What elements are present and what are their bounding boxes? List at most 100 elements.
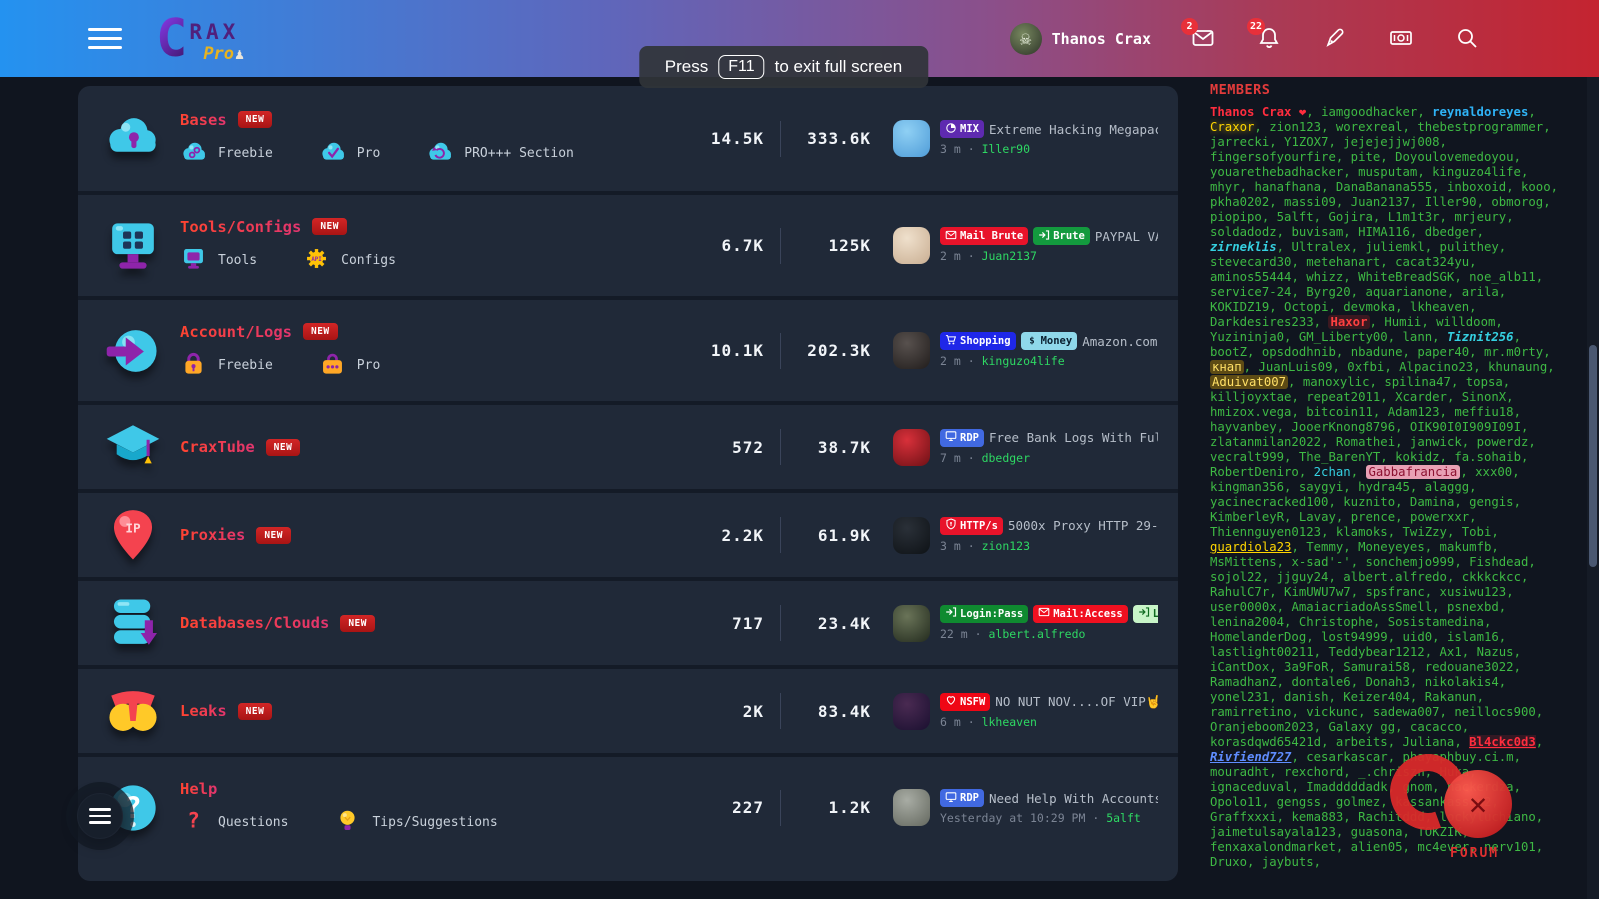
thread-prefix-badge[interactable]: NSFW (940, 692, 991, 711)
member-link[interactable]: rexchord (1284, 765, 1343, 779)
latest-poster-avatar[interactable] (893, 428, 930, 466)
member-link[interactable]: willdoom (1436, 315, 1495, 329)
thread-prefix-badge[interactable]: RDP (940, 789, 984, 807)
member-link[interactable]: juliemkl (1366, 240, 1425, 254)
thread-prefix-badge[interactable]: Shopping (940, 332, 1016, 350)
member-link[interactable]: manoxylic (1303, 375, 1370, 389)
member-link[interactable]: Keizer404 (1343, 690, 1410, 704)
latest-poster-name[interactable]: 5alft (1106, 811, 1141, 825)
member-link[interactable]: spilina47 (1384, 375, 1451, 389)
leak-icon[interactable] (86, 684, 180, 738)
mail-icon[interactable]: 2 (1181, 17, 1217, 52)
latest-thread-title[interactable]: 5000x Proxy HTTP 29-11 (1008, 518, 1158, 533)
member-link[interactable]: massi09 (1284, 195, 1336, 209)
thread-prefix-badge[interactable]: Login:Pass (940, 604, 1029, 623)
member-link[interactable]: meffiu18 (1454, 405, 1513, 419)
member-link[interactable]: Opolo11 (1210, 795, 1262, 809)
latest-poster-name[interactable]: lkheaven (982, 715, 1037, 729)
member-link[interactable]: hackerdza (1447, 780, 1514, 794)
thread-prefix-badge[interactable]: Logs (1132, 604, 1158, 623)
member-link[interactable]: devmoka (1343, 300, 1395, 314)
forum-title[interactable]: Bases (180, 111, 227, 129)
member-link[interactable]: musputam (1358, 165, 1417, 179)
user-menu[interactable]: ☠ Thanos Crax (1009, 22, 1151, 55)
thread-prefix-badge[interactable]: Brute (1033, 227, 1090, 245)
member-link[interactable]: jejejejjwj008 (1343, 135, 1439, 149)
alerts-bell-icon[interactable]: 22 (1247, 17, 1283, 52)
latest-poster-name[interactable]: albert.alfredo (988, 627, 1085, 641)
member-link[interactable]: fa.sohaib (1454, 450, 1521, 464)
member-link[interactable]: x-sad'-' (1291, 555, 1350, 569)
member-link[interactable]: Graffxxxi (1210, 810, 1277, 824)
member-link[interactable]: KOKIDZ19 (1210, 300, 1269, 314)
member-link[interactable]: Huka (1440, 765, 1470, 779)
member-link[interactable]: mhyr (1210, 180, 1240, 194)
member-link[interactable]: jaybuts (1262, 855, 1314, 869)
member-link[interactable]: 0xfbi (1347, 360, 1384, 374)
latest-poster-avatar[interactable] (893, 332, 930, 369)
member-link[interactable]: topsa (1466, 375, 1503, 389)
hamburger-menu-icon[interactable] (88, 22, 122, 55)
member-link[interactable]: kokidz (1395, 450, 1439, 464)
member-link[interactable]: Nazus (1477, 645, 1514, 659)
member-link[interactable]: AmaiacriadoAssSmell (1291, 600, 1432, 614)
member-link[interactable]: youarethebadhacker (1210, 165, 1343, 179)
member-link[interactable]: guardiola23 (1210, 540, 1291, 554)
member-link[interactable]: lenina2004 (1210, 615, 1284, 629)
member-link[interactable]: hayvanbey (1210, 420, 1277, 434)
forum-title[interactable]: Databases/Clouds (180, 614, 329, 632)
member-link[interactable]: whizz (1306, 270, 1343, 284)
member-link[interactable]: alien05 (1351, 840, 1403, 854)
member-link[interactable]: mr.m0rty (1484, 345, 1543, 359)
member-link[interactable]: Oranjeboom2023 (1210, 720, 1314, 734)
latest-thread-title[interactable]: PAYPAL VALID... (1095, 229, 1158, 244)
thread-prefix-badge[interactable]: MIX (940, 120, 984, 138)
latest-thread-title[interactable]: Amazon.com... (1082, 334, 1158, 349)
member-link[interactable]: soldadodz (1210, 225, 1277, 239)
member-link[interactable]: lkheaven (1410, 300, 1469, 314)
member-link[interactable]: kingman356 (1210, 480, 1284, 494)
member-link[interactable]: powerxxr (1410, 510, 1469, 524)
member-link[interactable]: fingersofyourfire (1210, 150, 1336, 164)
member-link[interactable]: albert.alfredo (1343, 570, 1447, 584)
member-link[interactable]: nikolakis4 (1425, 675, 1499, 689)
member-link[interactable]: piopipo (1210, 210, 1262, 224)
member-link[interactable]: bitcoin11 (1306, 405, 1373, 419)
page-scrollbar-track[interactable] (1587, 77, 1599, 899)
member-link[interactable]: Romathei (1336, 435, 1395, 449)
member-link[interactable]: Y1ZOX7 (1284, 135, 1328, 149)
member-link[interactable]: nerv101 (1484, 840, 1536, 854)
member-link[interactable]: lastlight00211 (1210, 645, 1314, 659)
member-link[interactable]: alaggg (1425, 480, 1469, 494)
member-link[interactable]: mouradht (1210, 765, 1269, 779)
member-link[interactable]: zlatanmilan2022 (1210, 435, 1321, 449)
latest-poster-avatar[interactable] (893, 120, 930, 157)
member-link[interactable]: Aduivat007 (1210, 375, 1289, 389)
member-link[interactable]: Adam123 (1388, 405, 1440, 419)
member-link[interactable]: kema883 (1291, 810, 1343, 824)
member-link[interactable]: gengss (1277, 795, 1321, 809)
member-link[interactable]: vecralt999 (1210, 450, 1284, 464)
forum-title[interactable]: Proxies (180, 526, 245, 544)
member-link[interactable]: MsMittens (1210, 555, 1277, 569)
member-link[interactable]: mc4ever (1417, 840, 1469, 854)
member-link[interactable]: Thiennguyen0123 (1210, 525, 1321, 539)
latest-poster-avatar[interactable] (893, 227, 930, 264)
latest-poster-name[interactable]: Iller90 (982, 142, 1030, 156)
subforum-link[interactable]: Freebie (180, 140, 273, 167)
member-link[interactable]: GM_Liberty00 (1299, 330, 1388, 344)
latest-poster-name[interactable]: dbedger (982, 451, 1030, 465)
member-link[interactable]: Thanos Crax ❤ (1210, 105, 1306, 119)
member-link[interactable]: Moneyeyes (1358, 540, 1425, 554)
member-link[interactable]: arila (1462, 285, 1499, 299)
member-link[interactable]: nbadune (1351, 345, 1403, 359)
member-link[interactable]: Samurai58 (1343, 660, 1410, 674)
member-link[interactable]: Octopi (1284, 300, 1328, 314)
member-link[interactable]: RahulC7r (1210, 585, 1269, 599)
member-link[interactable]: phayaphbuy.ci.m (1403, 750, 1514, 764)
thread-prefix-badge[interactable]: HTTP/s (940, 516, 1003, 535)
member-link[interactable]: korasdqwd65421d (1210, 735, 1321, 749)
member-link[interactable]: Fishdead (1469, 555, 1528, 569)
member-link[interactable]: 3a9FoR (1284, 660, 1328, 674)
member-link[interactable]: janwick (1410, 435, 1462, 449)
